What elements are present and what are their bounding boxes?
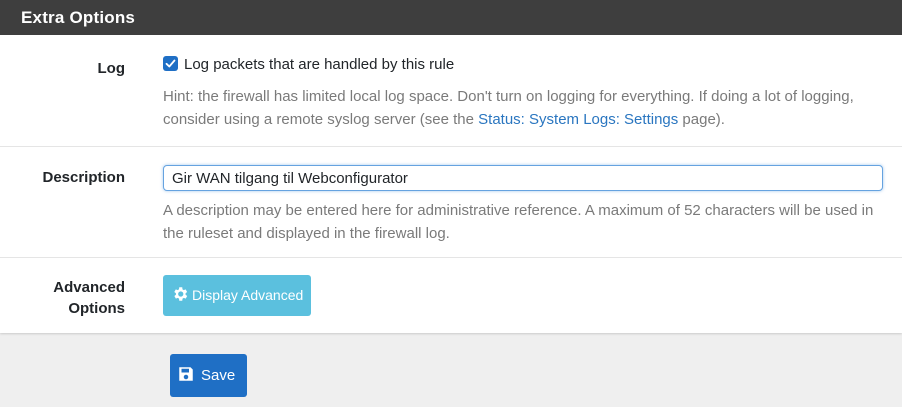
description-hint: A description may be entered here for ad… xyxy=(163,202,874,242)
extra-options-panel: Extra Options Log Log packets that are h… xyxy=(0,0,902,333)
log-checkbox[interactable] xyxy=(163,56,178,72)
log-row: Log Log packets that are handled by this… xyxy=(0,35,902,146)
description-label: Description xyxy=(42,169,125,186)
log-checkbox-wrapper[interactable]: Log packets that are handled by this rul… xyxy=(163,56,893,80)
save-button[interactable]: Save xyxy=(170,354,247,397)
gear-icon xyxy=(174,287,188,302)
panel-title: Extra Options xyxy=(0,0,902,35)
log-hint-suffix: page). xyxy=(678,111,725,128)
system-logs-settings-link[interactable]: Status: System Logs: Settings xyxy=(478,111,678,128)
checkmark-icon xyxy=(165,59,176,68)
description-row: Description A description may be entered… xyxy=(0,146,902,258)
save-icon xyxy=(179,367,193,381)
description-field: A description may be entered here for ad… xyxy=(163,165,893,245)
log-field: Log packets that are handled by this rul… xyxy=(163,56,893,131)
display-advanced-button[interactable]: Display Advanced xyxy=(163,275,312,316)
save-label: Save xyxy=(201,367,236,384)
log-checkbox-label[interactable]: Log packets that are handled by this rul… xyxy=(184,56,454,73)
advanced-options-row: Advanced Options Display Advanced xyxy=(0,257,902,334)
display-advanced-label: Display Advanced xyxy=(192,287,304,303)
description-input[interactable] xyxy=(163,165,883,191)
advanced-options-field: Display Advanced xyxy=(163,275,312,316)
log-label: Log xyxy=(97,60,126,77)
advanced-options-label: Advanced Options xyxy=(53,279,125,317)
log-hint: Hint: the firewall has limited local log… xyxy=(163,85,893,131)
